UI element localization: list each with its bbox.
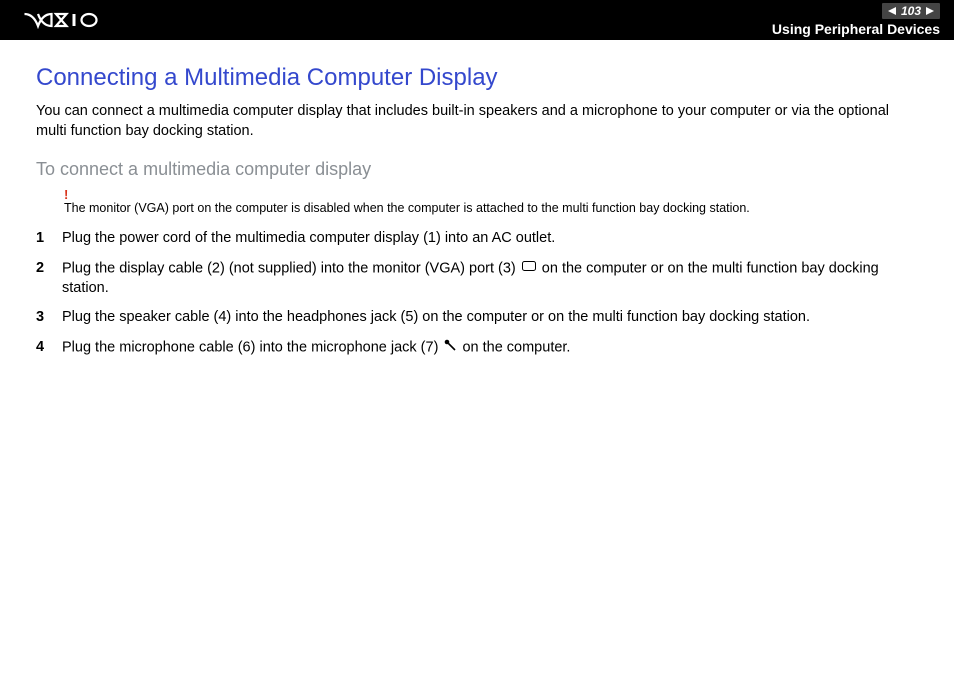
step-item: 3 Plug the speaker cable (4) into the he…: [36, 308, 918, 328]
intro-text: You can connect a multimedia computer di…: [36, 102, 918, 141]
note-block: ! The monitor (VGA) port on the computer…: [64, 188, 918, 215]
vaio-logo-svg: [18, 11, 118, 29]
step-text-part: Plug the microphone cable (6) into the m…: [62, 340, 442, 356]
step-text: Plug the display cable (2) (not supplied…: [62, 259, 918, 299]
vaio-logo: [18, 11, 118, 29]
header-bar: 103 Using Peripheral Devices: [0, 0, 954, 40]
page-number: 103: [901, 4, 921, 18]
nav-prev-icon[interactable]: [888, 7, 896, 15]
step-number: 1: [36, 229, 62, 249]
note-bang-icon: !: [64, 188, 918, 201]
step-text-part: Plug the display cable (2) (not supplied…: [62, 260, 520, 276]
nav-next-icon[interactable]: [926, 7, 934, 15]
section-label: Using Peripheral Devices: [772, 21, 940, 37]
step-item: 1 Plug the power cord of the multimedia …: [36, 229, 918, 249]
steps-list: 1 Plug the power cord of the multimedia …: [36, 229, 918, 358]
subtitle: To connect a multimedia computer display: [36, 159, 918, 180]
page-nav: 103: [882, 3, 940, 19]
content: Connecting a Multimedia Computer Display…: [0, 40, 954, 358]
step-item: 2 Plug the display cable (2) (not suppli…: [36, 259, 918, 299]
microphone-icon: [444, 338, 456, 358]
step-text: Plug the power cord of the multimedia co…: [62, 229, 918, 249]
step-text: Plug the speaker cable (4) into the head…: [62, 308, 918, 328]
page-title: Connecting a Multimedia Computer Display: [36, 64, 918, 92]
step-number: 4: [36, 338, 62, 358]
note-text: The monitor (VGA) port on the computer i…: [64, 201, 918, 215]
step-text: Plug the microphone cable (6) into the m…: [62, 338, 918, 358]
monitor-icon: [522, 259, 536, 279]
step-number: 3: [36, 308, 62, 328]
step-text-part: on the computer.: [458, 340, 570, 356]
header-right: 103 Using Peripheral Devices: [772, 3, 940, 37]
step-number: 2: [36, 259, 62, 279]
step-item: 4 Plug the microphone cable (6) into the…: [36, 338, 918, 358]
